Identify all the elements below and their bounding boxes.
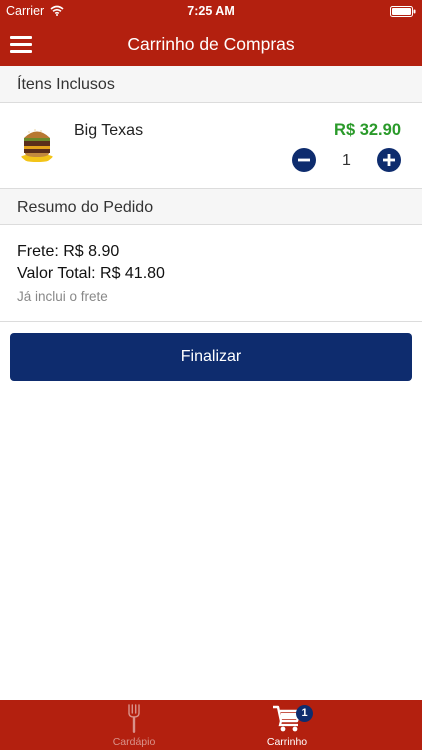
- status-time: 7:25 AM: [187, 4, 235, 18]
- burger-thumbnail: [16, 122, 58, 164]
- cart-item: Big Texas R$ 32.90 1: [0, 105, 422, 187]
- shipping-cost: Frete: R$ 8.90: [17, 243, 120, 260]
- finalize-button[interactable]: Finalizar: [10, 333, 412, 381]
- cart-icon: [227, 704, 347, 737]
- cart-count-badge: 1: [296, 705, 313, 722]
- nav-bar: Carrinho de Compras: [0, 22, 422, 66]
- shipping-note: Já inclui o frete: [17, 289, 108, 304]
- tab-bar: Cardápio 1 Carrinho: [0, 700, 422, 750]
- quantity-value: 1: [342, 152, 351, 169]
- order-summary: Frete: R$ 8.90 Valor Total: R$ 41.80 Já …: [0, 226, 422, 322]
- page-title: Carrinho de Compras: [127, 34, 295, 54]
- item-price: R$ 32.90: [334, 121, 401, 139]
- decrease-quantity-button[interactable]: [292, 148, 316, 172]
- items-section-header: Ítens Inclusos: [0, 66, 422, 103]
- minus-icon: [298, 158, 310, 162]
- status-bar: Carrier 7:25 AM: [0, 0, 422, 22]
- tab-carrinho[interactable]: 1 Carrinho: [227, 700, 347, 750]
- item-name: Big Texas: [74, 122, 144, 139]
- order-total: Valor Total: R$ 41.80: [17, 265, 165, 282]
- cart-screen: Carrier 7:25 AM Carrinho de Compras Íten…: [0, 0, 422, 750]
- increase-quantity-button[interactable]: [377, 148, 401, 172]
- fork-icon: [74, 704, 194, 739]
- tab-cardapio[interactable]: Cardápio: [74, 700, 194, 750]
- tab-label: Cardápio: [112, 736, 156, 748]
- battery-icon: [390, 6, 416, 20]
- plus-icon: [383, 154, 395, 166]
- summary-section-header: Resumo do Pedido: [0, 188, 422, 225]
- tab-label: Carrinho: [266, 736, 308, 748]
